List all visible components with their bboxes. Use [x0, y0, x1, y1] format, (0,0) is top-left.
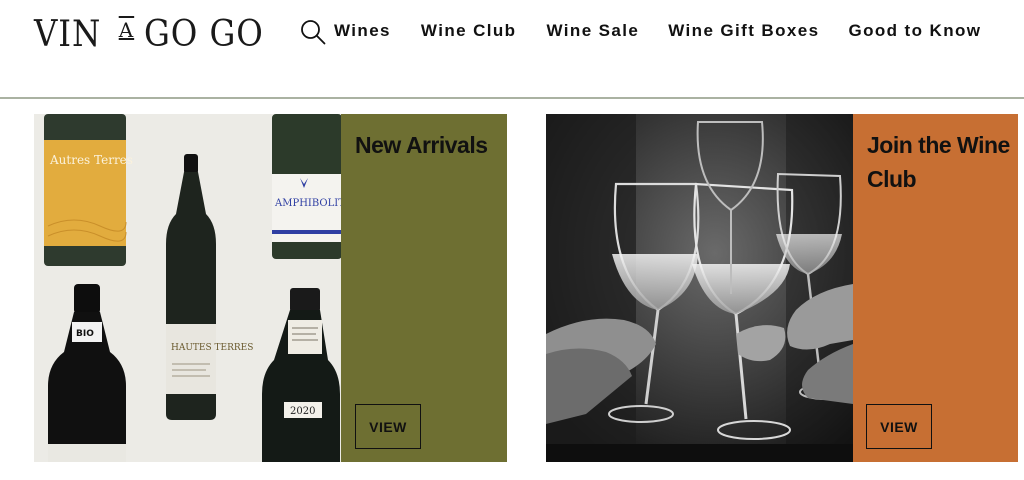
bottle-label-2020: 2020: [290, 406, 315, 417]
nav-item-good-to-know[interactable]: Good to Know: [848, 20, 981, 42]
nav-item-wines[interactable]: Wines: [334, 20, 391, 42]
logo-text-a: A: [118, 18, 135, 42]
nav-item-wine-club[interactable]: Wine Club: [421, 20, 517, 42]
new-arrivals-title: New Arrivals: [355, 132, 488, 158]
bottle-label-amphibolite: AMPHIBOLITE: [274, 198, 341, 209]
bottle-label-bio: BIO: [76, 329, 94, 339]
site-header: VIN A GO GO Wines Wine Club Wine Sale Wi…: [0, 0, 1024, 99]
new-arrivals-view-button[interactable]: VIEW: [355, 404, 421, 449]
wine-club-view-button[interactable]: VIEW: [866, 404, 932, 449]
main-nav: Wines Wine Club Wine Sale Wine Gift Boxe…: [334, 20, 981, 42]
nav-item-wine-sale[interactable]: Wine Sale: [546, 20, 639, 42]
promo-card-wine-club[interactable]: Join the Wine Club VIEW: [546, 114, 1018, 462]
logo-text-vin: VIN: [34, 13, 102, 55]
wine-bottles-image: Autres Terres AMPHIBOLITE HAUTES TERRES …: [34, 114, 352, 462]
search-icon[interactable]: [300, 19, 326, 45]
logo-text-gogo: GO GO: [144, 13, 264, 55]
bottle-label-autres-terres: Autres Terres: [49, 153, 133, 167]
site-logo[interactable]: VIN A GO GO: [34, 13, 277, 55]
promo-card-new-arrivals[interactable]: Autres Terres AMPHIBOLITE HAUTES TERRES …: [34, 114, 507, 462]
bottle-label-hautes-terres: HAUTES TERRES: [171, 343, 253, 353]
nav-item-wine-gift-boxes[interactable]: Wine Gift Boxes: [668, 20, 819, 42]
header-divider: [0, 97, 1024, 99]
new-arrivals-panel: New Arrivals VIEW: [341, 114, 507, 462]
toasting-glasses-image: [546, 114, 853, 462]
wine-club-title: Join the Wine Club: [867, 132, 1010, 192]
wine-club-panel: Join the Wine Club VIEW: [853, 114, 1018, 462]
